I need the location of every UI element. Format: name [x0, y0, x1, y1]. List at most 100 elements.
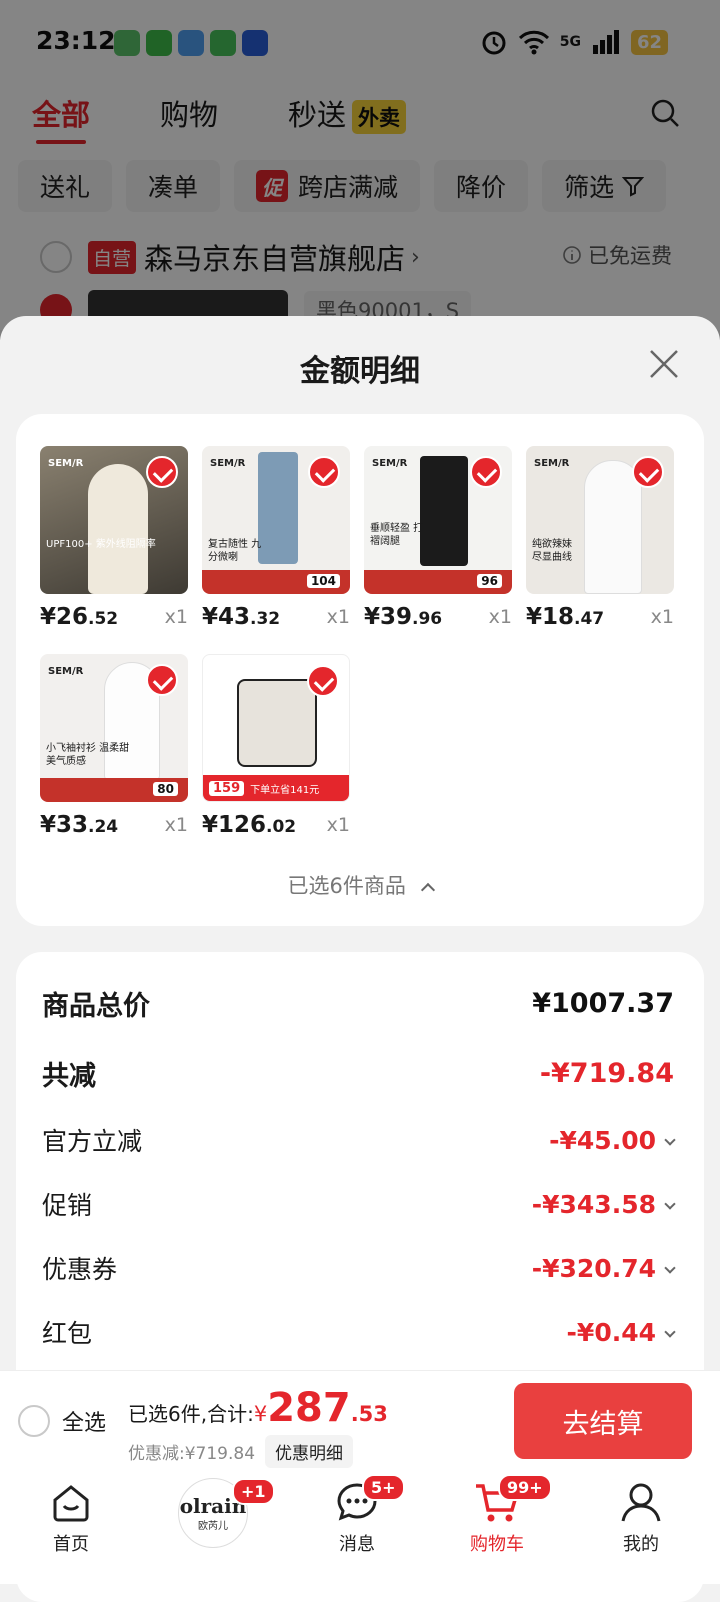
- selected-count-toggle[interactable]: 已选6件商品: [16, 870, 704, 900]
- product-price-int: ¥39: [364, 604, 413, 630]
- product-price-int: ¥33: [40, 812, 89, 838]
- product-banner: 104: [202, 570, 350, 594]
- chevron-up-icon: [420, 882, 435, 898]
- chevron-down-icon: [664, 1325, 676, 1338]
- selected-check-icon[interactable]: [307, 665, 339, 697]
- nav-home-label: 首页: [53, 1534, 89, 1555]
- product-price-dec: .96: [412, 609, 443, 629]
- product-brand: SEM/R: [372, 458, 408, 469]
- product-item[interactable]: SEM/R UPF100+ 紫外线阻隔率 ¥26.52 x1: [40, 446, 188, 630]
- bottom-nav: 首页 olrain 欧芮儿 +1 消息 5+ 购物车 99+ 我的: [0, 1470, 720, 1584]
- product-image: 159 下单立省141元: [202, 654, 350, 802]
- summary-value: -¥719.84: [539, 1058, 674, 1089]
- product-tag-price: 80: [153, 782, 178, 796]
- product-image: SEM/R 纯欲辣妹 尽显曲线: [526, 446, 674, 594]
- summary-value-wrap: -¥0.44: [567, 1318, 676, 1347]
- product-price: ¥18.47: [526, 604, 604, 630]
- product-image: SEM/R 小飞袖衬衫 温柔甜美气质感 80: [40, 654, 188, 802]
- product-price-dec: .52: [88, 609, 119, 629]
- discount-detail-button[interactable]: 优惠明细: [265, 1435, 354, 1468]
- chevron-down-icon: [664, 1133, 676, 1146]
- product-brand: SEM/R: [210, 458, 246, 469]
- user-icon: [621, 1483, 661, 1522]
- selected-count-label: 已选6件商品: [287, 874, 406, 898]
- total-dec: .53: [350, 1402, 388, 1426]
- product-price-int: ¥18: [526, 604, 575, 630]
- close-icon[interactable]: [648, 348, 680, 380]
- summary-official-row[interactable]: 官方立减 -¥45.00: [42, 1122, 676, 1158]
- messages-badge: 5+: [362, 1474, 405, 1501]
- product-price-dec: .24: [88, 817, 119, 837]
- product-price-int: ¥26: [40, 604, 89, 630]
- summary-reduce-row: 共减 -¥719.84: [42, 1054, 674, 1093]
- nav-home[interactable]: 首页: [16, 1480, 126, 1556]
- product-tag-price: 159: [209, 780, 245, 796]
- selected-check-icon[interactable]: [308, 456, 340, 488]
- product-price-int: ¥43: [202, 604, 251, 630]
- product-img-text: 下单立省141元: [250, 784, 320, 796]
- summary-label: 促销: [42, 1191, 93, 1220]
- nav-me[interactable]: 我的: [586, 1480, 696, 1556]
- product-price-dec: .02: [266, 817, 297, 837]
- checkout-bar: 全选 已选6件,合计: ¥ 287 .53 优惠减:¥719.84 优惠明细 去…: [0, 1370, 720, 1470]
- select-all-radio[interactable]: [18, 1405, 50, 1437]
- product-image: SEM/R 垂顺轻盈 打褶阔腿 96: [364, 446, 512, 594]
- brand-name: 欧芮儿: [198, 1520, 228, 1532]
- product-qty: x1: [650, 606, 674, 628]
- nav-cart-label: 购物车: [470, 1534, 524, 1555]
- product-image: SEM/R UPF100+ 紫外线阻隔率: [40, 446, 188, 594]
- product-brand: SEM/R: [48, 666, 84, 677]
- product-brand: SEM/R: [48, 458, 84, 469]
- product-banner: 96: [364, 570, 512, 594]
- product-qty: x1: [488, 606, 512, 628]
- nav-messages[interactable]: 消息 5+: [302, 1474, 412, 1556]
- product-brand: SEM/R: [534, 458, 570, 469]
- nav-brand[interactable]: olrain 欧芮儿 +1: [158, 1478, 275, 1548]
- overlay-dim[interactable]: [0, 0, 720, 340]
- discount-label: 优惠减:¥719.84: [128, 1444, 256, 1464]
- summary-value-wrap: -¥45.00: [549, 1126, 676, 1155]
- checkout-button[interactable]: 去结算: [514, 1383, 692, 1459]
- nav-cart[interactable]: 购物车 99+: [442, 1474, 552, 1556]
- product-item[interactable]: SEM/R 纯欲辣妹 尽显曲线 ¥18.47 x1: [526, 446, 674, 630]
- product-banner: 159 下单立省141元: [203, 775, 349, 801]
- summary-coupon-row[interactable]: 优惠券 -¥320.74: [42, 1250, 676, 1286]
- product-price-dec: .47: [574, 609, 605, 629]
- summary-redpacket-row[interactable]: 红包 -¥0.44: [42, 1314, 676, 1350]
- product-img-text: 垂顺轻盈 打褶阔腿: [370, 523, 424, 547]
- product-item[interactable]: SEM/R 复古随性 九分微喇 104 ¥43.32 x1: [202, 446, 350, 630]
- product-item[interactable]: SEM/R 垂顺轻盈 打褶阔腿 96 ¥39.96 x1: [364, 446, 512, 630]
- product-img-text: 纯欲辣妹 尽显曲线: [532, 539, 572, 563]
- select-all[interactable]: 全选: [18, 1405, 106, 1437]
- product-item[interactable]: 159 下单立省141元 ¥126.02 x1: [202, 654, 350, 838]
- discount-line: 优惠减:¥719.84 优惠明细: [128, 1435, 354, 1468]
- sheet-title: 金额明细: [300, 354, 420, 389]
- product-bag: [237, 679, 317, 767]
- summary-total-row: 商品总价 ¥1007.37: [42, 984, 674, 1023]
- summary-value: -¥343.58: [531, 1189, 656, 1219]
- product-price: ¥39.96: [364, 604, 442, 630]
- product-price-int: ¥126: [202, 812, 267, 838]
- summary-label: 官方立减: [42, 1127, 143, 1156]
- summary-value-wrap: -¥320.74: [532, 1254, 676, 1283]
- selected-total-label: 已选6件,合计:: [128, 1402, 254, 1426]
- product-item[interactable]: SEM/R 小飞袖衬衫 温柔甜美气质感 80 ¥33.24 x1: [40, 654, 188, 838]
- product-price: ¥126.02: [202, 812, 296, 838]
- selected-check-icon[interactable]: [146, 456, 178, 488]
- chevron-down-icon: [664, 1197, 676, 1210]
- product-person: [88, 464, 148, 594]
- selected-check-icon[interactable]: [146, 664, 178, 696]
- product-card: SEM/R UPF100+ 紫外线阻隔率 ¥26.52 x1 SEM/R 复古随…: [16, 414, 704, 926]
- selected-check-icon[interactable]: [470, 456, 502, 488]
- summary-label: 商品总价: [42, 991, 150, 1022]
- product-banner: 80: [40, 778, 188, 802]
- product-price-dec: .32: [250, 609, 281, 629]
- product-qty: x1: [326, 606, 350, 628]
- summary-promo-row[interactable]: 促销 -¥343.58: [42, 1186, 676, 1222]
- total-yen: ¥: [253, 1402, 268, 1426]
- chevron-down-icon: [664, 1261, 676, 1274]
- product-qty: x1: [164, 606, 188, 628]
- product-image: SEM/R 复古随性 九分微喇 104: [202, 446, 350, 594]
- product-price: ¥33.24: [40, 812, 118, 838]
- selected-check-icon[interactable]: [632, 456, 664, 488]
